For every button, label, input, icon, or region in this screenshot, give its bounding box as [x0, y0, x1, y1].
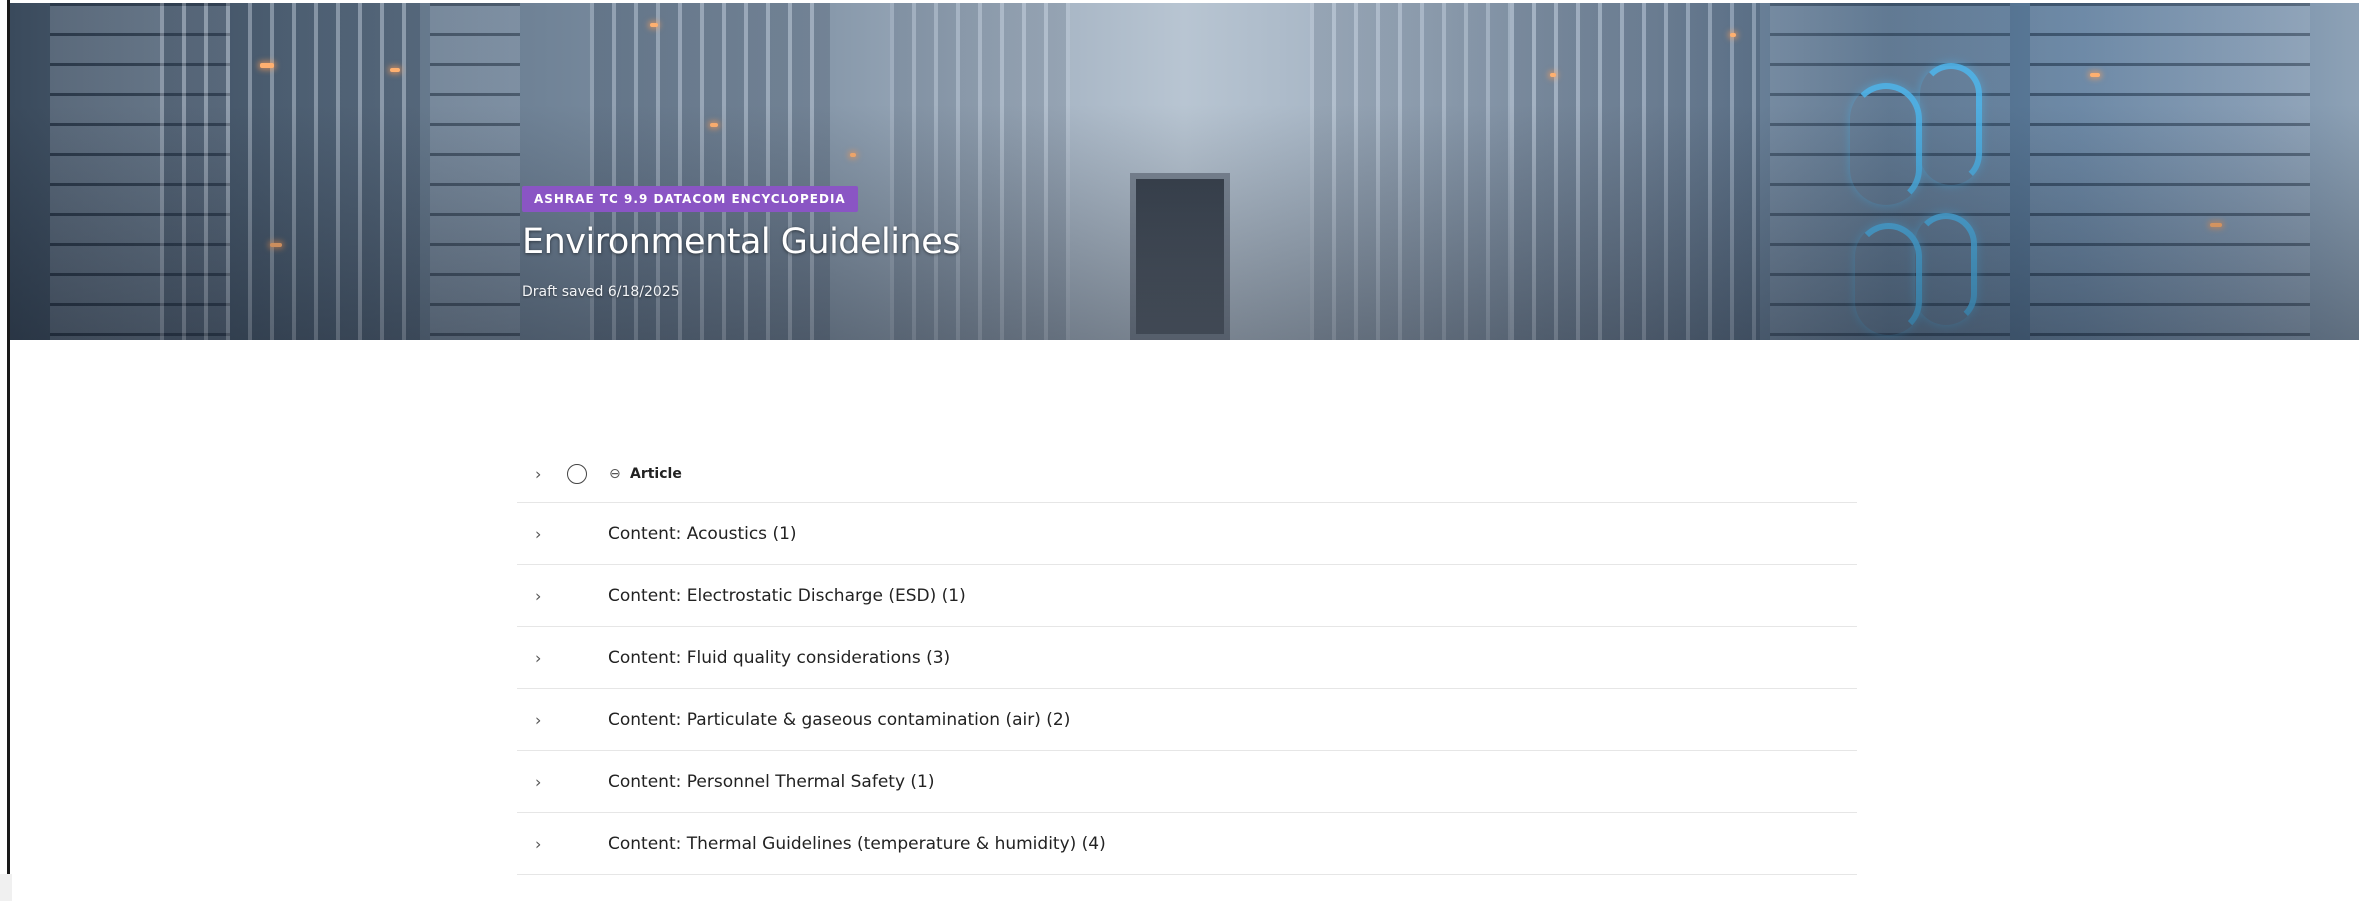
radio-circle-icon[interactable]	[567, 463, 587, 484]
group-label: Content: Fluid quality considerations (3…	[608, 647, 951, 668]
group-label: Content: Thermal Guidelines (temperature…	[608, 833, 1106, 854]
group-label: Content: Personnel Thermal Safety (1)	[608, 771, 935, 792]
window-left-edge	[0, 0, 10, 878]
group-row[interactable]: › Content: Electrostatic Discharge (ESD)…	[517, 565, 1857, 627]
group-label: Content: Particulate & gaseous contamina…	[608, 709, 1071, 730]
window-corner	[0, 874, 12, 901]
group-row[interactable]: › Content: Acoustics (1)	[517, 503, 1857, 565]
group-row[interactable]: › Content: Thermal Guidelines (temperatu…	[517, 813, 1857, 875]
group-row[interactable]: › Content: Fluid quality considerations …	[517, 627, 1857, 689]
group-label: Content: Acoustics (1)	[608, 523, 797, 544]
group-row[interactable]: › Content: Personnel Thermal Safety (1)	[517, 751, 1857, 813]
page-title: Environmental Guidelines	[522, 222, 960, 262]
list-header-row: › ⊖ Article	[517, 445, 1857, 503]
hero-banner: ASHRAE TC 9.9 DATACOM ENCYCLOPEDIA Envir…	[10, 3, 2359, 340]
group-label: Content: Electrostatic Discharge (ESD) (…	[608, 585, 966, 606]
chevron-right-icon[interactable]: ›	[535, 586, 541, 605]
grouped-list: › ⊖ Article › Content: Acoustics (1) › C…	[517, 445, 1857, 875]
category-badge[interactable]: ASHRAE TC 9.9 DATACOM ENCYCLOPEDIA	[522, 186, 858, 212]
chevron-right-icon[interactable]: ›	[535, 648, 541, 667]
page: ASHRAE TC 9.9 DATACOM ENCYCLOPEDIA Envir…	[0, 0, 2359, 901]
group-row[interactable]: › Content: Particulate & gaseous contami…	[517, 689, 1857, 751]
draft-status: Draft saved 6/18/2025	[522, 284, 680, 300]
chevron-right-icon[interactable]: ›	[535, 464, 541, 483]
hero-content: ASHRAE TC 9.9 DATACOM ENCYCLOPEDIA Envir…	[522, 186, 960, 300]
hero-overlay	[10, 3, 2359, 340]
chevron-right-icon[interactable]: ›	[535, 524, 541, 543]
chevron-right-icon[interactable]: ›	[535, 710, 541, 729]
column-header-article[interactable]: Article	[630, 466, 682, 482]
chevron-right-icon[interactable]: ›	[535, 772, 541, 791]
link-icon: ⊖	[609, 465, 621, 482]
chevron-right-icon[interactable]: ›	[535, 834, 541, 853]
